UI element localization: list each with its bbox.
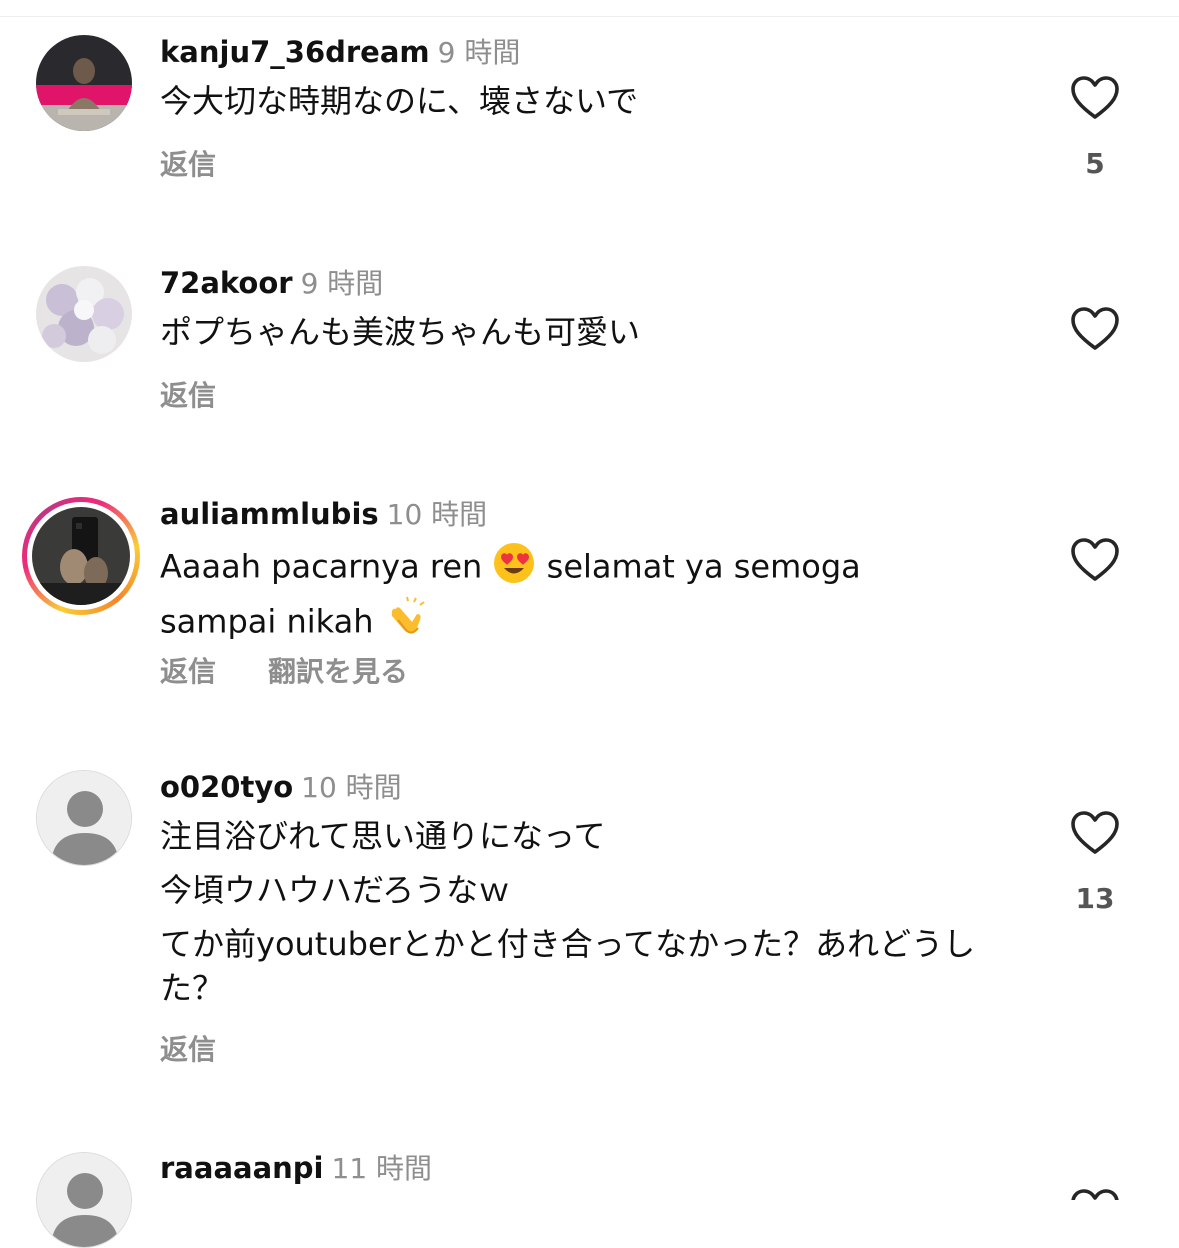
heart-icon[interactable] [1070,1188,1120,1200]
timestamp: 9 時間 [300,267,384,300]
timestamp: 10 時間 [386,498,488,531]
see-translation-button[interactable]: 翻訳を見る [268,650,408,690]
like-count: 13 [1075,882,1115,915]
avatar[interactable] [36,1152,132,1248]
reply-button[interactable]: 返信 [160,143,216,183]
comment-header: raaaaanpi 11 時間 [160,1150,432,1187]
username[interactable]: auliammlubis [160,497,379,531]
clapping-hands-emoji-icon [384,596,428,651]
comment-header: 72akoor 9 時間 [160,265,383,302]
heart-eyes-emoji-icon [492,541,536,596]
comment-actions: 返信 [160,143,216,183]
username[interactable]: o020tyo [160,770,293,804]
comment-text: 今大切な時期なのに、壊さないで [160,82,639,120]
comment-actions: 返信 翻訳を見る [160,650,408,690]
avatar[interactable] [36,35,132,131]
comment-line: 注目浴びれて思い通りになって [160,817,606,855]
avatar[interactable] [36,266,132,362]
username[interactable]: kanju7_36dream [160,35,430,69]
comment-actions: 返信 [160,1028,216,1068]
comment-line: 今頃ウハウハだろうなｗ [160,871,511,909]
timestamp: 9 時間 [437,36,521,69]
comment-text-part: sampai nikah [160,602,374,641]
timestamp: 10 時間 [301,771,402,804]
comment-text-part: selamat ya semoga [546,547,861,586]
username[interactable]: 72akoor [160,266,293,300]
heart-icon[interactable] [1070,75,1120,121]
comment-text: Aaaah pacarnya ren selamat ya semoga sam… [160,541,1020,651]
heart-icon[interactable] [1070,306,1120,352]
comment-text-part: Aaaah pacarnya ren [160,547,483,586]
comment-text: ポプちゃんも美波ちゃんも可愛い [160,313,641,351]
heart-icon[interactable] [1070,810,1120,856]
comment-header: kanju7_36dream 9 時間 [160,34,520,71]
timestamp: 11 時間 [331,1152,433,1185]
comment-actions: 返信 [160,374,216,414]
avatar[interactable] [36,770,132,866]
username[interactable]: raaaaanpi [160,1151,324,1185]
comment-line: てか前youtuberとかと付き合ってなかった？あれどうした？ [160,925,976,1007]
comment-header: o020tyo 10 時間 [160,769,402,806]
comment-text: 注目浴びれて思い通りになって 今頃ウハウハだろうなｗ てか前youtuberとか… [160,814,1020,1020]
comment-header: auliammlubis 10 時間 [160,496,487,533]
heart-icon[interactable] [1070,537,1120,583]
top-divider [0,0,1179,17]
avatar-story-ring[interactable] [22,497,140,615]
like-count: 5 [1085,147,1105,180]
reply-button[interactable]: 返信 [160,1028,216,1068]
avatar [32,507,130,605]
reply-button[interactable]: 返信 [160,374,216,414]
reply-button[interactable]: 返信 [160,650,216,690]
